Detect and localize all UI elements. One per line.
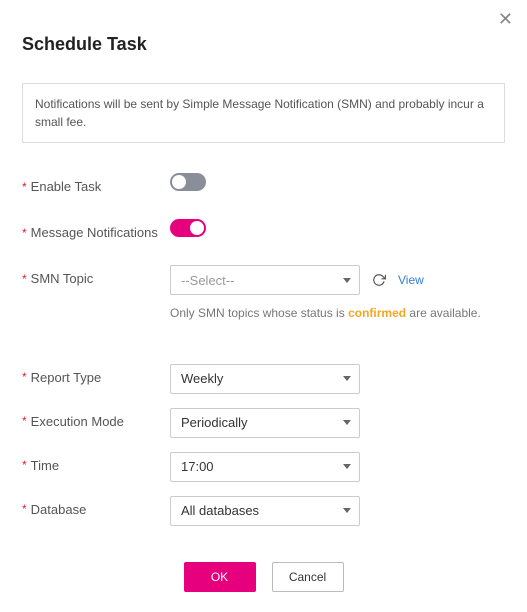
refresh-icon[interactable] <box>372 273 386 287</box>
cancel-button[interactable]: Cancel <box>272 562 344 592</box>
label-text: Database <box>31 502 87 517</box>
label-text: Message Notifications <box>31 225 158 240</box>
select-value: 17:00 <box>181 459 214 474</box>
label-text: Execution Mode <box>31 414 124 429</box>
label-execution-mode: * Execution Mode <box>22 408 170 429</box>
row-report-type: * Report Type Weekly <box>22 364 505 394</box>
toggle-knob <box>172 175 186 189</box>
label-enable-task: * Enable Task <box>22 173 170 194</box>
select-time[interactable]: 17:00 <box>170 452 360 482</box>
row-message-notifications: * Message Notifications <box>22 219 505 249</box>
row-smn-topic: * SMN Topic --Select-- View Only SMN top… <box>22 265 505 322</box>
chevron-down-icon <box>343 278 351 283</box>
required-marker: * <box>22 370 27 384</box>
toggle-message-notifications[interactable] <box>170 219 206 237</box>
label-database: * Database <box>22 496 170 517</box>
select-value: --Select-- <box>181 273 234 288</box>
label-smn-topic: * SMN Topic <box>22 265 170 286</box>
close-icon[interactable]: ✕ <box>498 10 513 28</box>
hint-prefix: Only SMN topics whose status is <box>170 306 348 320</box>
toggle-enable-task[interactable] <box>170 173 206 191</box>
chevron-down-icon <box>343 376 351 381</box>
modal-title: Schedule Task <box>22 34 505 55</box>
select-report-type[interactable]: Weekly <box>170 364 360 394</box>
info-notice: Notifications will be sent by Simple Mes… <box>22 83 505 143</box>
chevron-down-icon <box>343 508 351 513</box>
required-marker: * <box>22 226 27 240</box>
label-time: * Time <box>22 452 170 473</box>
required-marker: * <box>22 414 27 428</box>
select-value: All databases <box>181 503 259 518</box>
label-text: Report Type <box>31 370 102 385</box>
row-time: * Time 17:00 <box>22 452 505 482</box>
select-value: Weekly <box>181 371 223 386</box>
hint-highlight: confirmed <box>348 306 406 320</box>
select-database[interactable]: All databases <box>170 496 360 526</box>
select-execution-mode[interactable]: Periodically <box>170 408 360 438</box>
label-message-notifications: * Message Notifications <box>22 219 170 240</box>
chevron-down-icon <box>343 420 351 425</box>
row-enable-task: * Enable Task <box>22 173 505 203</box>
modal-footer: OK Cancel <box>22 562 505 592</box>
ok-button[interactable]: OK <box>184 562 256 592</box>
required-marker: * <box>22 502 27 516</box>
required-marker: * <box>22 458 27 472</box>
label-text: Enable Task <box>31 179 102 194</box>
select-value: Periodically <box>181 415 247 430</box>
smn-topic-hint: Only SMN topics whose status is confirme… <box>170 305 505 322</box>
row-database: * Database All databases <box>22 496 505 526</box>
label-report-type: * Report Type <box>22 364 170 385</box>
label-text: Time <box>31 458 59 473</box>
hint-suffix: are available. <box>406 306 481 320</box>
select-smn-topic[interactable]: --Select-- <box>170 265 360 295</box>
row-execution-mode: * Execution Mode Periodically <box>22 408 505 438</box>
schedule-task-modal: ✕ Schedule Task Notifications will be se… <box>0 0 527 612</box>
label-text: SMN Topic <box>31 271 94 286</box>
required-marker: * <box>22 272 27 286</box>
chevron-down-icon <box>343 464 351 469</box>
toggle-knob <box>190 221 204 235</box>
required-marker: * <box>22 180 27 194</box>
view-link[interactable]: View <box>398 273 424 287</box>
